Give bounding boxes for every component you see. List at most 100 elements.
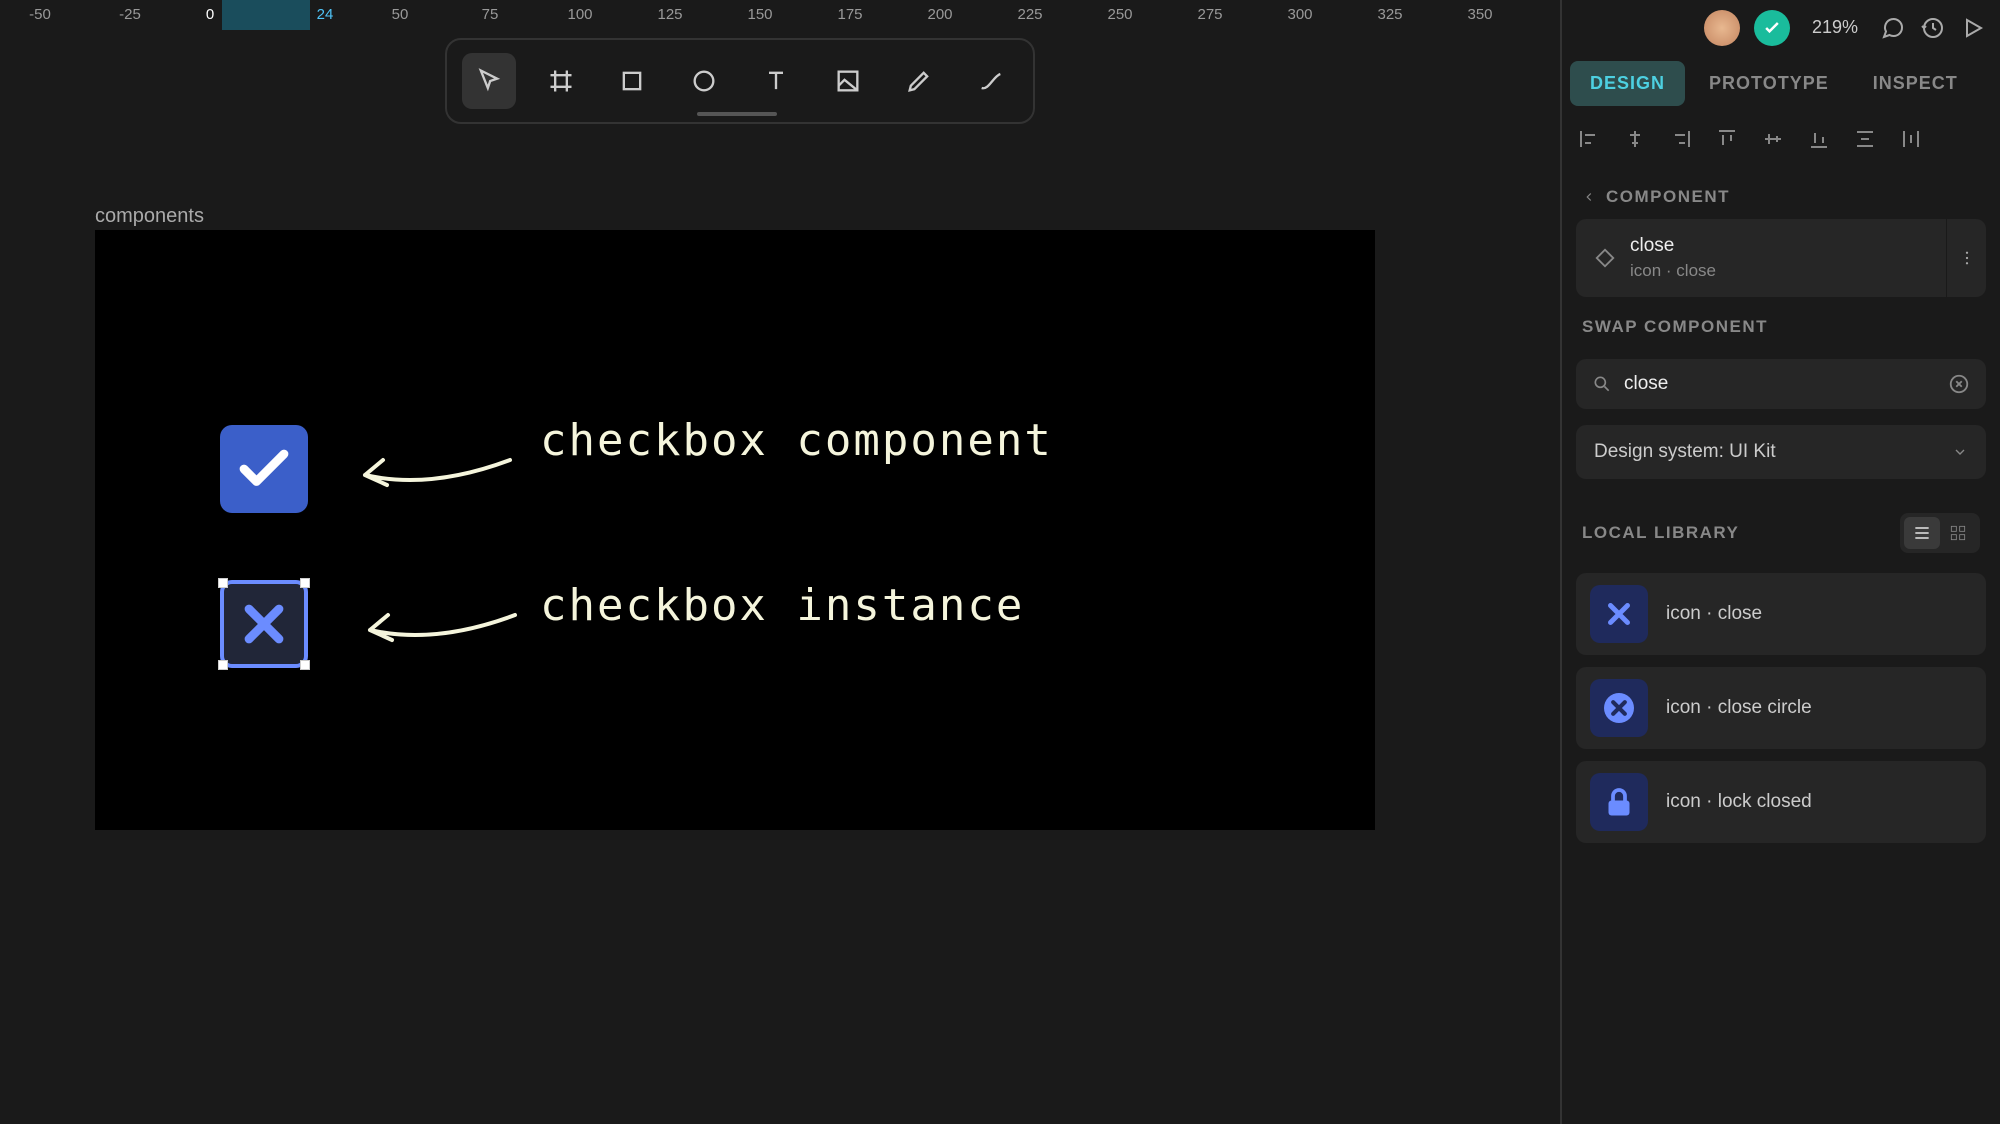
check-icon — [234, 439, 294, 499]
right-panel: 219% DESIGN PROTOTYPE INSPECT COMPONENT … — [1560, 0, 2000, 1124]
image-tool-button[interactable] — [821, 53, 875, 109]
ruler-tick-current: 24 — [317, 6, 334, 23]
ruler-tick: 50 — [392, 6, 409, 23]
library-item[interactable]: icon · lock closed — [1576, 761, 1986, 843]
kebab-icon — [1958, 249, 1976, 267]
play-button[interactable] — [1960, 15, 1986, 41]
component-thumbnail — [1590, 585, 1648, 643]
ruler-tick: 225 — [1017, 6, 1042, 23]
selection-handle[interactable] — [218, 660, 228, 670]
ruler-tick: 350 — [1467, 6, 1492, 23]
distribute-h-button[interactable] — [1898, 126, 1924, 152]
component-path: icon · close — [1630, 261, 1716, 281]
ruler-tick: 250 — [1107, 6, 1132, 23]
arrow-icon — [355, 595, 525, 655]
ruler-tick: -25 — [119, 6, 141, 23]
panel-tabs: DESIGN PROTOTYPE INSPECT — [1562, 55, 2000, 111]
frame-tool-button[interactable] — [534, 53, 588, 109]
frame-label[interactable]: components — [95, 205, 204, 228]
list-icon — [1912, 523, 1932, 543]
component-thumbnail — [1590, 773, 1648, 831]
component-more-button[interactable] — [1946, 219, 1986, 297]
ruler-tick: 200 — [927, 6, 952, 23]
rectangle-tool-button[interactable] — [606, 53, 660, 109]
component-card[interactable]: close icon · close — [1576, 219, 1986, 297]
align-hcenter-button[interactable] — [1622, 126, 1648, 152]
library-select[interactable]: Design system: UI Kit — [1576, 425, 1986, 479]
chevron-left-icon — [1582, 190, 1596, 204]
ruler-tick: 275 — [1197, 6, 1222, 23]
section-label: SWAP COMPONENT — [1582, 317, 1768, 337]
arrow-icon — [350, 440, 520, 500]
component-thumbnail — [1590, 679, 1648, 737]
align-vcenter-button[interactable] — [1760, 126, 1786, 152]
ruler-tick: 175 — [837, 6, 862, 23]
section-label: COMPONENT — [1606, 187, 1730, 207]
local-library-header: LOCAL LIBRARY — [1562, 485, 2000, 567]
pencil-tool-button[interactable] — [893, 53, 947, 109]
library-name: Design system: UI Kit — [1594, 441, 1776, 463]
history-button[interactable] — [1920, 15, 1946, 41]
user-avatar-verified[interactable] — [1754, 10, 1790, 46]
frame[interactable] — [95, 230, 1375, 830]
user-avatar[interactable] — [1704, 10, 1740, 46]
ruler-selection-highlight — [222, 0, 310, 30]
checkbox-component[interactable] — [220, 425, 308, 513]
distribute-v-button[interactable] — [1852, 126, 1878, 152]
ruler-tick-zero: 0 — [206, 6, 214, 23]
top-bar: 219% — [1562, 0, 2000, 55]
align-left-button[interactable] — [1576, 126, 1602, 152]
list-view-button[interactable] — [1904, 517, 1940, 549]
ruler-tick: 100 — [567, 6, 592, 23]
tab-design[interactable]: DESIGN — [1570, 61, 1685, 106]
view-toggle — [1900, 513, 1980, 553]
library-item[interactable]: icon · close circle — [1576, 667, 1986, 749]
lock-icon — [1601, 784, 1637, 820]
toolbar-indicator — [697, 112, 777, 116]
library-item-label: icon · close circle — [1666, 697, 1812, 719]
align-top-button[interactable] — [1714, 126, 1740, 152]
ruler-tick: 325 — [1377, 6, 1402, 23]
component-name: close — [1630, 235, 1716, 257]
ruler-tick: -50 — [29, 6, 51, 23]
horizontal-ruler[interactable]: -50 -25 0 24 50 75 100 125 150 175 200 2… — [0, 0, 1560, 30]
clear-search-button[interactable] — [1948, 373, 1970, 395]
section-label: LOCAL LIBRARY — [1582, 523, 1739, 543]
align-right-button[interactable] — [1668, 126, 1694, 152]
swap-search-input[interactable] — [1624, 373, 1936, 395]
close-circle-icon — [1599, 688, 1639, 728]
comment-button[interactable] — [1880, 15, 1906, 41]
swap-section-header: SWAP COMPONENT — [1562, 297, 2000, 349]
close-icon — [1602, 597, 1636, 631]
align-bottom-button[interactable] — [1806, 126, 1832, 152]
instance-diamond-icon — [1594, 247, 1616, 269]
pen-tool-button[interactable] — [964, 53, 1018, 109]
grid-icon — [1948, 523, 1968, 543]
selection-handle[interactable] — [218, 578, 228, 588]
chevron-down-icon — [1952, 444, 1968, 460]
canvas[interactable]: components checkbox component checkbox i… — [0, 30, 1560, 1124]
tab-prototype[interactable]: PROTOTYPE — [1689, 61, 1849, 106]
library-item-label: icon · lock closed — [1666, 791, 1812, 813]
checkbox-instance-selected[interactable] — [220, 580, 308, 668]
tools-toolbar — [445, 38, 1035, 124]
library-item-label: icon · close — [1666, 603, 1762, 625]
component-section-header[interactable]: COMPONENT — [1562, 167, 2000, 219]
selection-handle[interactable] — [300, 578, 310, 588]
annotation-label: checkbox component — [540, 415, 1053, 466]
grid-view-button[interactable] — [1940, 517, 1976, 549]
zoom-level[interactable]: 219% — [1812, 17, 1858, 38]
text-tool-button[interactable] — [749, 53, 803, 109]
swap-search-row[interactable] — [1576, 359, 1986, 409]
library-item[interactable]: icon · close — [1576, 573, 1986, 655]
search-icon — [1592, 374, 1612, 394]
annotation-label: checkbox instance — [540, 580, 1024, 631]
ruler-tick: 75 — [482, 6, 499, 23]
move-tool-button[interactable] — [462, 53, 516, 109]
tab-inspect[interactable]: INSPECT — [1853, 61, 1978, 106]
selection-handle[interactable] — [300, 660, 310, 670]
ruler-tick: 300 — [1287, 6, 1312, 23]
alignment-row — [1562, 111, 2000, 167]
ellipse-tool-button[interactable] — [677, 53, 731, 109]
ruler-tick: 150 — [747, 6, 772, 23]
